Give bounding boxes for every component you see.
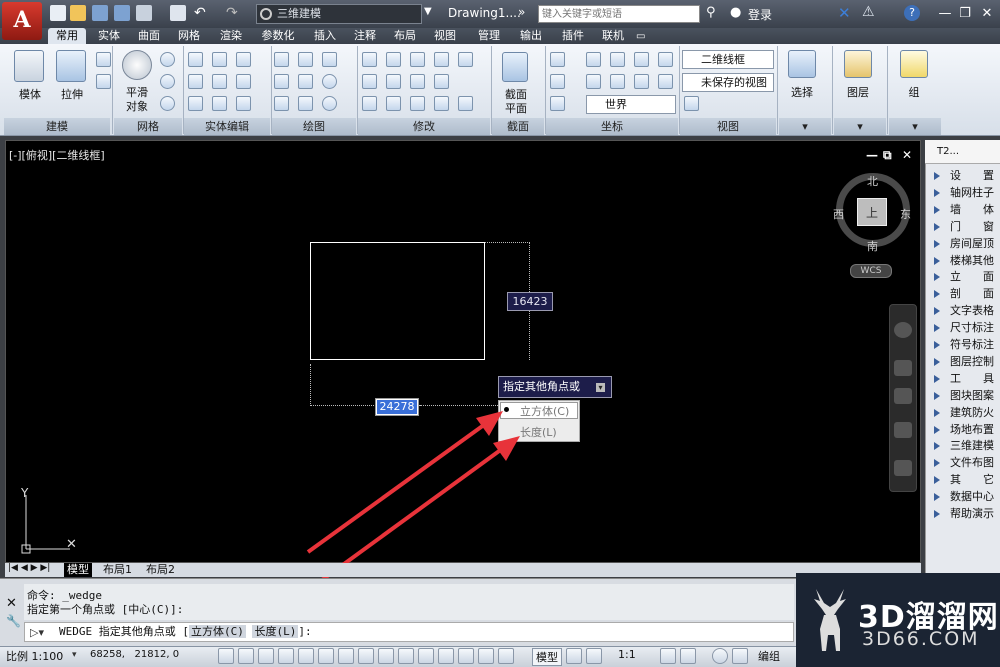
auto-scale-icon[interactable] — [680, 648, 696, 664]
tab-nav-arrows-icon[interactable]: |◀ ◀ ▶ ▶| — [8, 563, 50, 573]
command-line-1: 命令: _wedge — [27, 589, 102, 602]
watermark-sub-text: 3D66.COM — [862, 628, 980, 650]
quick-view-layouts-icon[interactable] — [566, 648, 582, 664]
palette-item[interactable]: 立 面 — [932, 269, 1000, 285]
workspace-switch-icon[interactable] — [712, 648, 728, 664]
lock-icon[interactable] — [732, 648, 748, 664]
polar-icon[interactable] — [298, 648, 314, 664]
osnap-icon[interactable] — [318, 648, 334, 664]
command-input-suffix: ]: — [298, 625, 312, 638]
palette-item[interactable]: 工 具 — [932, 371, 1000, 387]
command-option-length[interactable]: 长度(L) — [252, 625, 299, 638]
transparency-icon[interactable] — [438, 648, 454, 664]
palette-item[interactable]: 场地布置 — [932, 422, 1000, 438]
scale-dropdown-icon[interactable]: ▾ — [72, 650, 77, 660]
arrow-line-1 — [306, 420, 490, 554]
command-option-cube[interactable]: 立方体(C) — [188, 625, 246, 638]
arrowhead-1 — [476, 411, 503, 436]
layout-tab-layout1[interactable]: 布局1 — [100, 563, 135, 577]
ducs-icon[interactable] — [378, 648, 394, 664]
palette-item[interactable]: 数据中心 — [932, 489, 1000, 505]
dyn-icon[interactable] — [398, 648, 414, 664]
ortho-icon[interactable] — [278, 648, 294, 664]
quick-view-drawings-icon[interactable] — [586, 648, 602, 664]
status-scale[interactable]: 比例 1:100 — [6, 648, 63, 664]
command-line-2: 指定第一个角点或 [中心(C)]: — [27, 603, 184, 616]
palette-title: T2... — [937, 146, 960, 157]
palette-item[interactable]: 文件布图 — [932, 455, 1000, 471]
model-space-button[interactable]: 模型 — [532, 648, 562, 666]
command-prompt-icon[interactable]: ▷▾ — [30, 626, 44, 639]
palette-item[interactable]: 图层控制 — [932, 354, 1000, 370]
status-coordinates[interactable]: 68258, 21812, 0 — [90, 649, 179, 660]
annotation-visibility-icon[interactable] — [660, 648, 676, 664]
layout-tab-layout2[interactable]: 布局2 — [143, 563, 178, 577]
deer-logo-icon — [814, 589, 846, 651]
palette-item[interactable]: 门 窗 — [932, 219, 1000, 235]
command-input-prefix: WEDGE 指定其他角点或 [ — [59, 625, 189, 638]
otrack-icon[interactable] — [358, 648, 374, 664]
palette-item[interactable]: 尺寸标注 — [932, 320, 1000, 336]
selection-cycling-icon[interactable] — [478, 648, 494, 664]
close-command-icon[interactable]: ✕ — [6, 596, 17, 611]
annotation-scale[interactable]: 1:1 — [618, 648, 636, 661]
palette-item[interactable]: 楼梯其他 — [932, 253, 1000, 269]
quick-properties-icon[interactable] — [458, 648, 474, 664]
palette-item[interactable]: 墙 体 — [932, 202, 1000, 218]
palette-item[interactable]: 其 它 — [932, 472, 1000, 488]
grid-icon[interactable] — [258, 648, 274, 664]
palette-item[interactable]: 轴网柱子 — [932, 185, 1000, 201]
palette-item[interactable]: 文字表格 — [932, 303, 1000, 319]
palette-item[interactable]: 三维建模 — [932, 438, 1000, 454]
customize-icon[interactable]: 🔧 — [6, 614, 21, 628]
annotation-monitor-icon[interactable] — [498, 648, 514, 664]
snap-icon[interactable] — [238, 648, 254, 664]
command-history: 命令: _wedge 指定第一个角点或 [中心(C)]: — [24, 584, 794, 620]
palette-item[interactable]: 房间屋顶 — [932, 236, 1000, 252]
group-edit-label[interactable]: 编组 — [758, 648, 780, 664]
arrow-line-2 — [320, 444, 508, 582]
arrowhead-2 — [493, 436, 520, 461]
palette-item[interactable]: 建筑防火 — [932, 405, 1000, 421]
svg-text:✕: ✕ — [66, 537, 77, 552]
palette-item[interactable]: 剖 面 — [932, 286, 1000, 302]
palette-item[interactable]: 设 置 — [932, 168, 1000, 184]
ucs-axis-icon: Y ✕ — [20, 487, 77, 554]
palette-item[interactable]: 图块图案 — [932, 388, 1000, 404]
lineweight-icon[interactable] — [418, 648, 434, 664]
infer-constraints-icon[interactable] — [218, 648, 234, 664]
application-menu-button[interactable]: A — [2, 2, 42, 40]
palette-item[interactable]: 帮助演示 — [932, 506, 1000, 522]
command-input[interactable]: WEDGE 指定其他角点或 [立方体(C) 长度(L)]: — [24, 622, 794, 642]
layout-tab-model[interactable]: 模型 — [64, 563, 92, 577]
palette-item[interactable]: 符号标注 — [932, 337, 1000, 353]
3d-osnap-icon[interactable] — [338, 648, 354, 664]
svg-text:Y: Y — [20, 487, 29, 500]
